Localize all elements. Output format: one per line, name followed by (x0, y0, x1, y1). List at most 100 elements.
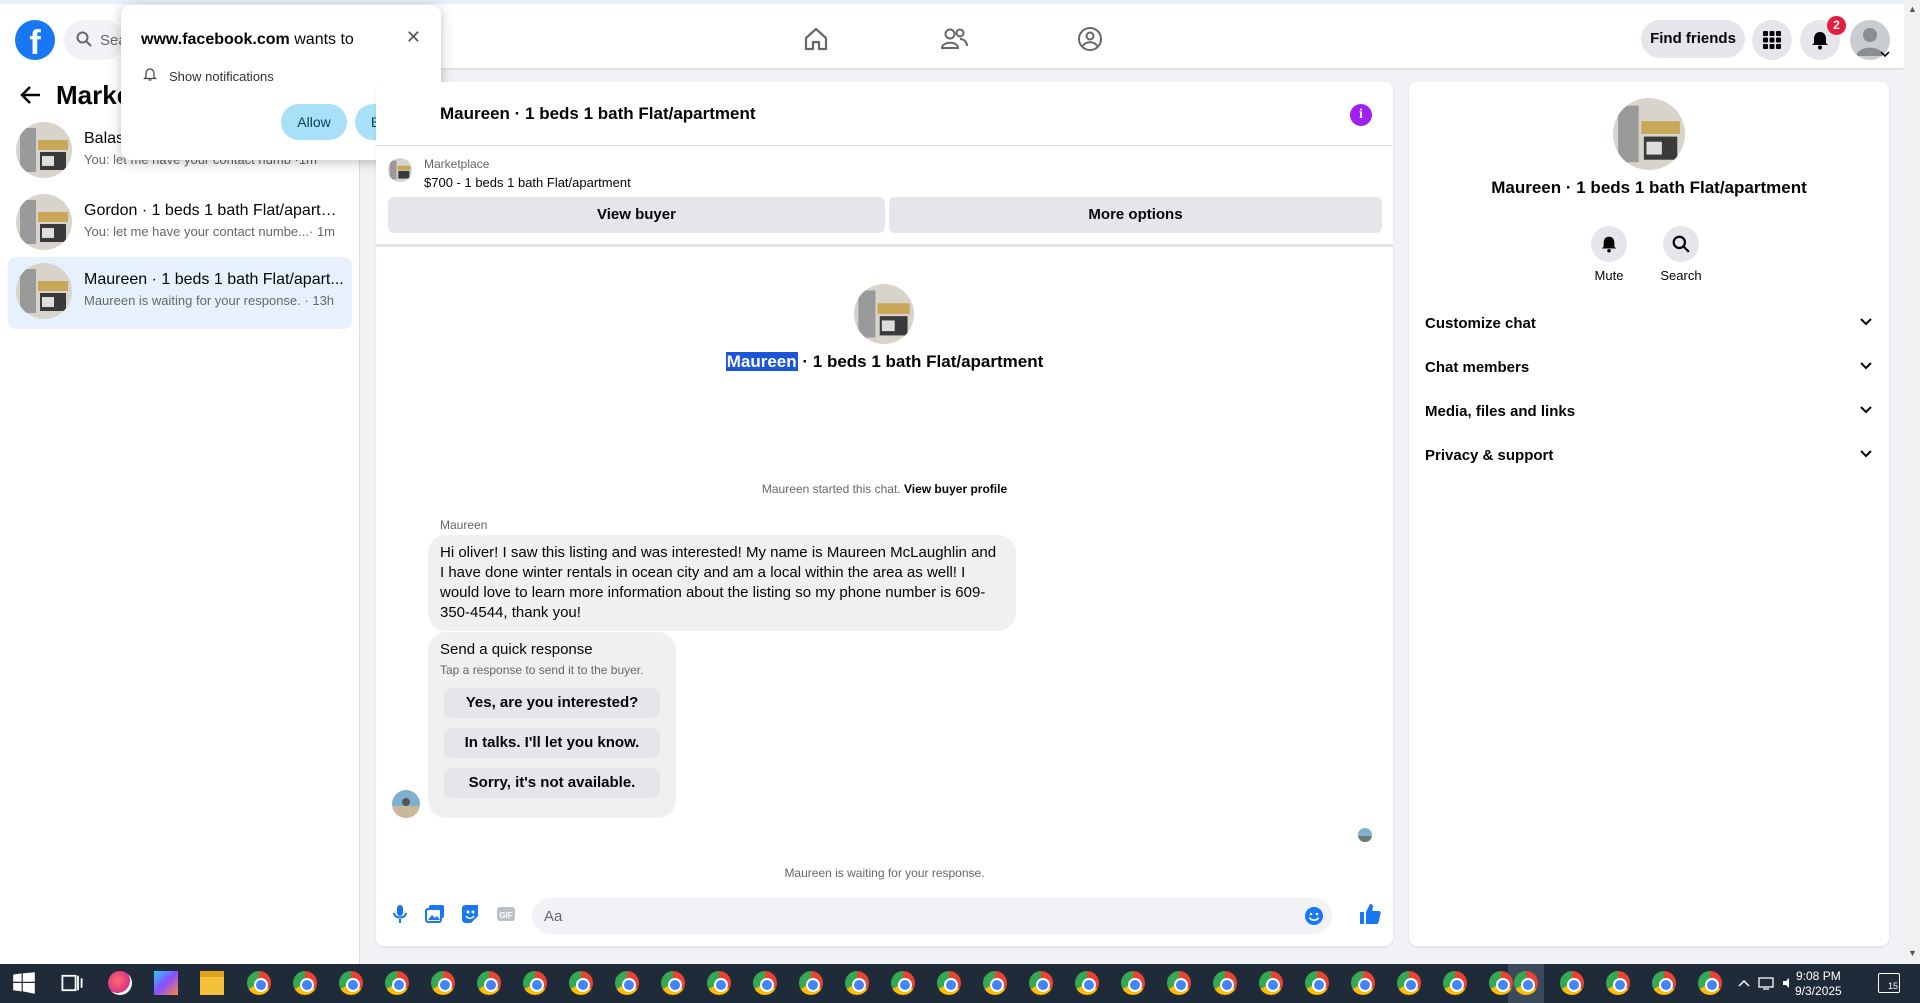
home-icon[interactable] (803, 26, 829, 52)
search-conversation-button[interactable]: Search (1651, 226, 1711, 283)
scroll-down-arrow[interactable]: ▼ (1908, 948, 1917, 958)
gif-icon[interactable]: GIF (496, 904, 516, 924)
emoji-icon[interactable] (1304, 906, 1324, 926)
bell-icon (1812, 32, 1828, 50)
chevron-down-icon[interactable] (1880, 50, 1890, 58)
chevron-down-icon (1860, 318, 1872, 326)
chrome-icon[interactable] (1121, 971, 1145, 995)
view-buyer-button[interactable]: View buyer (388, 197, 885, 233)
media-files-links-row[interactable]: Media, files and links (1425, 403, 1873, 427)
chrome-icon[interactable] (569, 971, 593, 995)
chrome-icon[interactable] (937, 971, 961, 995)
chrome-icon[interactable] (615, 971, 639, 995)
app-icon[interactable] (108, 971, 132, 995)
chrome-icon[interactable] (1652, 971, 1676, 995)
quick-response-option[interactable]: Sorry, it's not available. (444, 768, 660, 798)
chrome-icon[interactable] (891, 971, 915, 995)
chrome-icon[interactable] (293, 971, 317, 995)
photo-icon[interactable] (425, 904, 445, 924)
mute-button[interactable]: Mute (1579, 226, 1639, 283)
chat-details-panel: Maureen · 1 beds 1 bath Flat/apartment M… (1409, 82, 1889, 946)
search-input[interactable]: Sea (64, 20, 127, 60)
more-options-button[interactable]: More options (889, 197, 1382, 233)
speaker-icon[interactable] (1782, 976, 1790, 990)
chrome-icon[interactable] (753, 971, 777, 995)
listing-avatar (854, 284, 914, 344)
search-icon (1672, 235, 1690, 253)
back-arrow-icon[interactable] (20, 84, 42, 106)
chrome-icon[interactable] (1029, 971, 1053, 995)
chrome-icon[interactable] (339, 971, 363, 995)
search-label: Search (1660, 268, 1702, 283)
chevron-up-icon[interactable] (1738, 978, 1750, 988)
chrome-icon[interactable] (1167, 971, 1191, 995)
divider (376, 244, 1393, 247)
privacy-support-row[interactable]: Privacy & support (1425, 447, 1873, 471)
action-center-icon[interactable]: 15 (1878, 973, 1900, 993)
view-buyer-profile-link[interactable]: View buyer profile (904, 482, 1007, 496)
file-explorer-icon[interactable] (200, 971, 224, 995)
chat-members-row[interactable]: Chat members (1425, 359, 1873, 383)
chrome-icon[interactable] (707, 971, 731, 995)
system-clock[interactable]: 9:08 PM 9/3/2025 (1795, 969, 1842, 999)
friends-icon[interactable] (940, 26, 968, 52)
close-icon[interactable]: ✕ (406, 27, 421, 48)
chrome-icon[interactable] (1075, 971, 1099, 995)
allow-button[interactable]: Allow (281, 104, 347, 140)
microphone-icon[interactable] (392, 904, 408, 924)
chrome-icon[interactable] (247, 971, 271, 995)
chrome-icon[interactable] (1351, 971, 1375, 995)
copilot-icon[interactable] (154, 971, 178, 995)
divider (376, 145, 1393, 146)
task-view-icon[interactable] (60, 971, 84, 995)
chrome-icon[interactable] (1560, 971, 1584, 995)
chrome-icon[interactable] (1305, 971, 1329, 995)
sender-name: Maureen (440, 518, 488, 532)
conversation-name: Gordon · 1 beds 1 bath Flat/apartm... (84, 202, 344, 219)
conversation-item-gordon[interactable]: Gordon · 1 beds 1 bath Flat/apartm... Yo… (8, 188, 352, 260)
message-input[interactable]: Aa (532, 898, 1332, 934)
conversation-preview: You: let me have your contact numbe...· … (84, 224, 335, 239)
conversation-item-maureen[interactable]: Maureen · 1 beds 1 bath Flat/apart... Ma… (8, 257, 352, 329)
quick-response-option[interactable]: In talks. I'll let you know. (444, 728, 660, 758)
chrome-icon[interactable] (431, 971, 455, 995)
chevron-down-icon (1860, 406, 1872, 414)
chrome-icon[interactable] (845, 971, 869, 995)
marketplace-label: Marketplace (424, 157, 490, 171)
seen-indicator-avatar (1358, 828, 1372, 842)
chrome-icon[interactable] (477, 971, 501, 995)
menu-grid-button[interactable] (1752, 20, 1792, 60)
windows-start-icon[interactable] (12, 971, 36, 995)
quick-response-card: Send a quick response Tap a response to … (428, 632, 676, 818)
chrome-icon[interactable] (983, 971, 1007, 995)
info-icon[interactable]: i (1350, 104, 1372, 126)
chrome-icon[interactable] (1606, 971, 1630, 995)
chevron-down-icon (1860, 362, 1872, 370)
chrome-icon[interactable] (1259, 971, 1283, 995)
page-scrollbar[interactable]: ▲ ▼ (1904, 0, 1920, 964)
sticker-icon[interactable] (460, 904, 480, 924)
details-name: Maureen · 1 beds 1 bath Flat/apartment (1491, 178, 1807, 197)
listing-price[interactable]: $700 - 1 beds 1 bath Flat/apartment (424, 175, 631, 190)
chrome-icon[interactable] (1443, 971, 1467, 995)
chrome-icon[interactable] (661, 971, 685, 995)
chrome-icon[interactable] (523, 971, 547, 995)
customize-chat-row[interactable]: Customize chat (1425, 315, 1873, 339)
thumbs-up-icon[interactable] (1358, 902, 1382, 926)
find-friends-button[interactable]: Find friends (1641, 20, 1745, 58)
facebook-logo-icon[interactable]: f (15, 20, 55, 60)
sender-avatar[interactable] (392, 790, 420, 818)
chrome-icon[interactable] (385, 971, 409, 995)
chrome-icon[interactable] (1489, 971, 1513, 995)
network-icon[interactable] (1758, 976, 1774, 990)
chrome-icon[interactable] (1213, 971, 1237, 995)
chrome-icon[interactable] (1514, 971, 1538, 995)
chat-hero-name: Maureen · 1 beds 1 bath Flat/apartment (725, 352, 1044, 371)
chrome-icon[interactable] (1698, 971, 1722, 995)
chrome-icon[interactable] (1397, 971, 1421, 995)
scroll-up-arrow[interactable]: ▲ (1908, 4, 1917, 14)
groups-icon[interactable] (1077, 26, 1103, 52)
quick-response-option[interactable]: Yes, are you interested? (444, 688, 660, 718)
chrome-icon[interactable] (799, 971, 823, 995)
chat-title: Maureen · 1 beds 1 bath Flat/apartment (440, 104, 756, 123)
